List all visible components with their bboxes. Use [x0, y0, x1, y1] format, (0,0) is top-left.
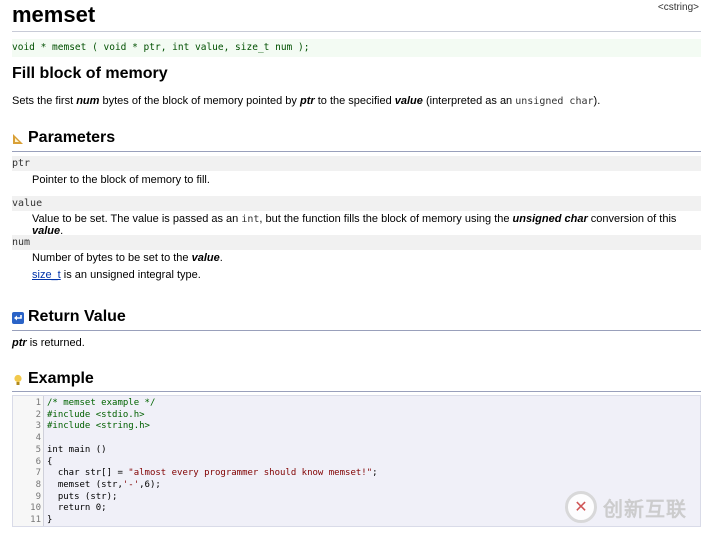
code-text: memset (str,'-',6); — [47, 480, 161, 492]
summary-em-value: value — [394, 95, 423, 107]
code-string: "almost every programmer should know mem… — [128, 468, 373, 479]
code-line: 1 /* memset example */ — [13, 398, 700, 410]
param-ptr-desc: Pointer to the block of memory to fill. — [32, 174, 210, 186]
line-number: 7 — [35, 468, 41, 479]
code-text: puts (str); — [47, 491, 118, 502]
code-part: ; — [372, 468, 378, 479]
line-number: 4 — [35, 433, 41, 444]
code-line: 6 { — [13, 457, 700, 469]
line-number: 1 — [35, 398, 41, 408]
watermark-logo-icon: ✕ — [565, 491, 597, 523]
line-number: 6 — [35, 456, 41, 467]
return-value-divider — [12, 330, 701, 331]
param-num-desc: Number of bytes to be set to the value. — [32, 252, 223, 264]
return-value-heading: Return Value — [12, 308, 126, 326]
summary-em-ptr: ptr — [299, 95, 315, 107]
watermark-text: 创新互联 — [603, 498, 687, 521]
code-line: 5 int main () — [13, 445, 700, 457]
lightbulb-icon — [12, 373, 24, 385]
header-tag[interactable]: <cstring> — [658, 2, 699, 13]
code-line: 2 #include <stdio.h> — [13, 410, 700, 422]
function-prototype: void * memset ( void * ptr, int value, s… — [12, 39, 701, 57]
summary-code: unsigned char — [515, 96, 594, 107]
summary-text: Sets the first num bytes of the block of… — [12, 95, 600, 107]
param-value-code: int — [241, 214, 260, 225]
param-num-desc-part: Number of bytes to be set to the — [32, 252, 192, 264]
code-line: 3 #include <string.h> — [13, 421, 700, 433]
param-ptr-name: ptr — [12, 156, 701, 171]
summary-part: to the specified — [314, 95, 395, 107]
line-number: 5 — [35, 444, 41, 455]
line-number: 11 — [30, 515, 41, 525]
code-text: #include <string.h> — [47, 421, 150, 432]
code-line: 7 char str[] = "almost every programmer … — [13, 468, 700, 480]
summary-part: bytes of the block of memory pointed by — [99, 95, 300, 107]
code-line: 4 — [13, 433, 700, 445]
summary-em-num: num — [76, 95, 100, 107]
return-value-text-part: is returned. — [26, 337, 85, 349]
code-text: char str[] = "almost every programmer sh… — [47, 468, 378, 480]
line-number: 3 — [35, 421, 41, 432]
param-value-desc-part: Value to be set. The value is passed as … — [32, 213, 242, 225]
line-number: 10 — [30, 503, 41, 514]
return-value-text: ptr is returned. — [12, 337, 85, 349]
code-text: /* memset example */ — [47, 398, 156, 408]
example-heading-label: Example — [28, 370, 94, 387]
param-num-note: size_t is an unsigned integral type. — [32, 269, 201, 281]
code-text: return 0; — [47, 503, 107, 514]
param-num-em: value — [191, 252, 220, 264]
triangle-ruler-icon — [12, 132, 24, 144]
code-part: ,6); — [139, 479, 161, 490]
code-part: char str[] = — [47, 468, 129, 479]
summary-heading: Fill block of memory — [12, 65, 168, 82]
code-text: } — [47, 515, 53, 525]
watermark: ✕ 创新互联 — [565, 487, 701, 527]
param-value-name: value — [12, 196, 701, 211]
size-t-link[interactable]: size_t — [32, 269, 61, 281]
parameters-heading: Parameters — [12, 129, 115, 147]
summary-part: ). — [593, 95, 601, 107]
return-arrow-icon — [12, 311, 24, 324]
line-number: 2 — [35, 409, 41, 420]
parameters-heading-label: Parameters — [28, 129, 116, 146]
param-value-desc-part: , but the function fills the block of me… — [259, 213, 513, 225]
param-num-note-text: is an unsigned integral type. — [60, 269, 201, 281]
param-value-desc-part: conversion of this — [587, 213, 677, 225]
parameters-divider — [12, 151, 701, 152]
code-part: memset (str, — [47, 479, 123, 490]
code-text: { — [47, 456, 53, 467]
summary-part: Sets the first — [12, 95, 77, 107]
example-heading: Example — [12, 370, 94, 388]
param-value-em: unsigned char — [512, 213, 588, 225]
summary-part: (interpreted as an — [422, 95, 516, 107]
param-value-desc: Value to be set. The value is passed as … — [32, 213, 701, 237]
return-value-heading-label: Return Value — [28, 308, 126, 325]
line-number: 9 — [35, 491, 41, 502]
page-title: memset — [12, 2, 96, 27]
code-string: '-' — [122, 479, 140, 490]
title-divider — [12, 31, 701, 32]
code-text: #include <stdio.h> — [47, 409, 145, 420]
code-text: int main () — [47, 444, 107, 455]
return-value-em: ptr — [12, 337, 27, 349]
param-num-desc-part: . — [219, 252, 223, 264]
line-number: 8 — [35, 479, 41, 490]
example-divider — [12, 391, 701, 392]
param-num-name: num — [12, 235, 701, 250]
